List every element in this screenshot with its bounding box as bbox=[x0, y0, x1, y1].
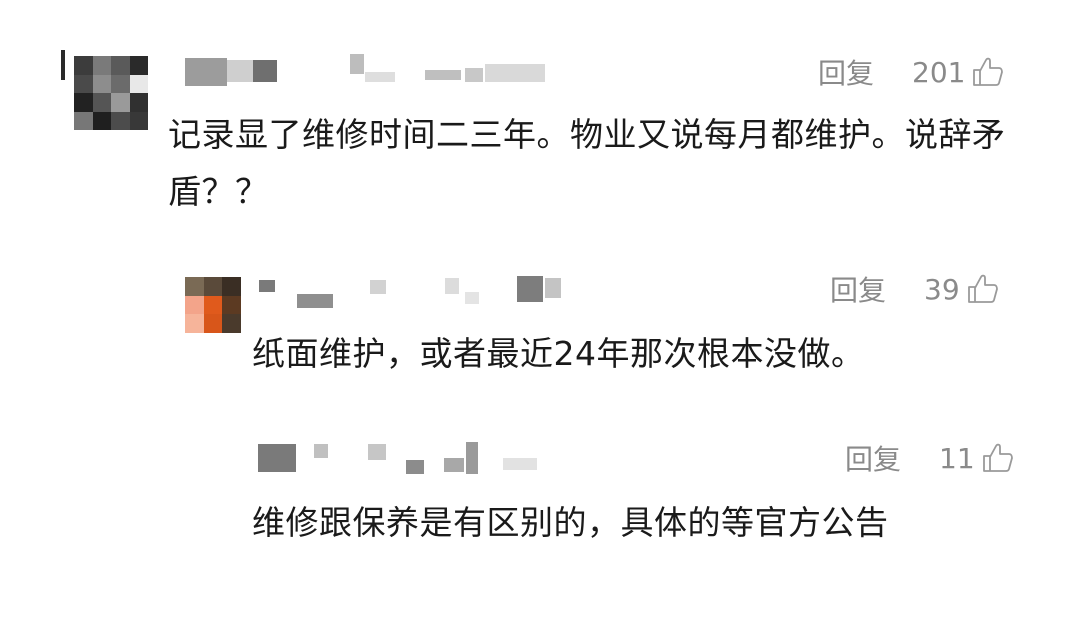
timestamp-blurred bbox=[444, 458, 464, 472]
username-blurred bbox=[368, 444, 386, 460]
comment-actions: 回复 11 bbox=[845, 438, 1015, 478]
username-blurred bbox=[406, 460, 424, 474]
timestamp-blurred bbox=[503, 458, 537, 470]
thumbs-up-icon[interactable] bbox=[981, 441, 1015, 475]
comment-text: 维修跟保养是有区别的，具体的等官方公告 bbox=[252, 503, 889, 542]
username-blurred bbox=[314, 444, 328, 458]
reply-2: 回复 11 维修跟保养是有区别的，具体的等官方公告 bbox=[0, 0, 1080, 620]
comment-meta bbox=[258, 438, 558, 478]
reply-button[interactable]: 回复 bbox=[845, 438, 901, 478]
timestamp-blurred bbox=[466, 442, 478, 474]
like-count: 11 bbox=[939, 441, 975, 475]
username-blurred[interactable] bbox=[258, 444, 296, 472]
